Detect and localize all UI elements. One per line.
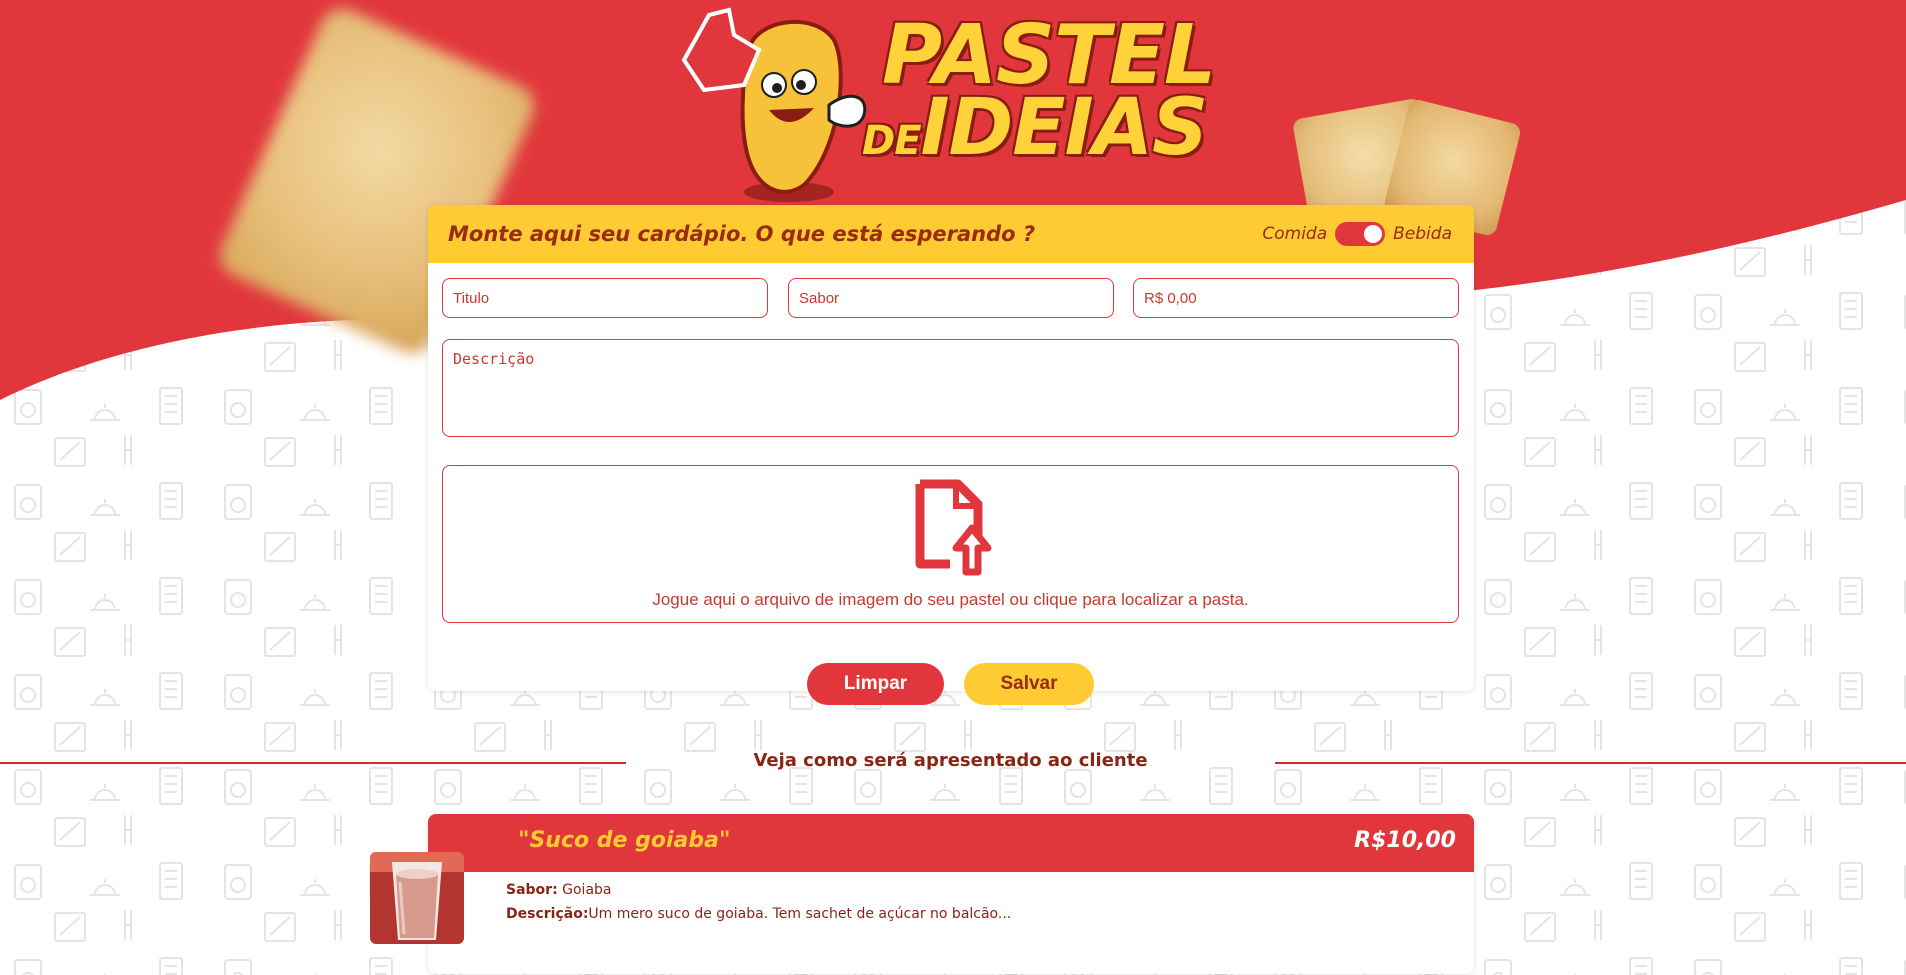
logo-de: DE — [862, 118, 922, 165]
description-value: Um mero suco de goiaba. Tem sachet de aç… — [588, 906, 1012, 922]
menu-item-header: "Suco de goiaba" R$10,00 — [428, 814, 1474, 872]
menu-item-price: R$10,00 — [1354, 828, 1456, 853]
menu-item-title: "Suco de goiaba" — [518, 828, 731, 853]
food-drink-toggle-group: Comida Bebida — [1262, 222, 1452, 246]
save-button[interactable]: Salvar — [964, 663, 1094, 705]
price-input[interactable] — [1133, 278, 1459, 318]
divider-line-left — [0, 762, 626, 764]
logo-ideias: IDEIAS — [920, 83, 1209, 174]
food-drink-toggle[interactable] — [1335, 222, 1386, 246]
title-input[interactable] — [442, 278, 768, 318]
logo-line1: PASTEL — [882, 8, 1216, 103]
file-upload-icon — [915, 479, 991, 576]
menu-item-preview-card: "Suco de goiaba" R$10,00 Sabor: Goiaba D… — [428, 814, 1474, 974]
toggle-label-bebida: Bebida — [1393, 224, 1452, 244]
dropzone-instructions: Jogue aqui o arquivo de imagem do seu pa… — [652, 590, 1249, 609]
toggle-label-comida: Comida — [1262, 224, 1328, 244]
brand-logo: PASTEL DEIDEIAS — [862, 8, 1242, 167]
image-dropzone[interactable]: Jogue aqui o arquivo de imagem do seu pa… — [442, 465, 1459, 623]
toggle-knob — [1364, 225, 1383, 243]
divider-line-right — [1275, 762, 1906, 764]
form-header: Monte aqui seu cardápio. O que está espe… — [428, 205, 1474, 263]
form-heading: Monte aqui seu cardápio. O que está espe… — [448, 222, 1036, 246]
flavor-input[interactable] — [788, 278, 1114, 318]
juice-glass-image — [370, 852, 464, 944]
description-textarea[interactable] — [442, 339, 1459, 437]
clear-button[interactable]: Limpar — [807, 663, 944, 705]
preview-divider-text: Veja como será apresentado ao cliente — [753, 750, 1148, 771]
logo-line2: DEIDEIAS — [862, 89, 1242, 167]
menu-item-flavor: Sabor: Goiaba — [506, 882, 612, 898]
flavor-value: Goiaba — [562, 882, 612, 898]
description-label: Descrição: — [506, 906, 589, 922]
menu-item-description: Descrição:Um mero suco de goiaba. Tem sa… — [506, 906, 1011, 922]
menu-form-card: Monte aqui seu cardápio. O que está espe… — [428, 205, 1474, 691]
flavor-label: Sabor: — [506, 882, 558, 898]
